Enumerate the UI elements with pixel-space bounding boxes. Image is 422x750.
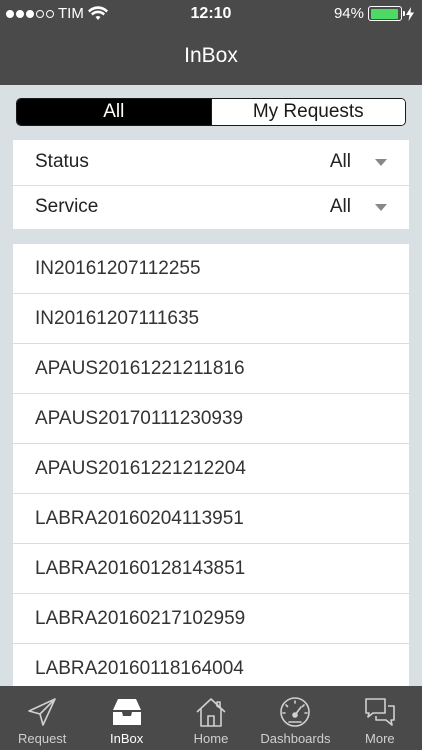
tab-dashboards[interactable]: Dashboards bbox=[253, 686, 337, 750]
tab-label: Home bbox=[193, 731, 229, 746]
tab-label: InBox bbox=[109, 731, 144, 746]
tab-home[interactable]: Home bbox=[169, 686, 253, 750]
tab-more[interactable]: More bbox=[338, 686, 422, 750]
filter-value: All bbox=[329, 196, 351, 218]
list-item[interactable]: APAUS20161221211816 bbox=[13, 344, 409, 394]
list-item[interactable]: APAUS20170111230939 bbox=[13, 394, 409, 444]
paper-plane-icon bbox=[28, 698, 57, 726]
list-item[interactable]: IN20161207112255 bbox=[13, 244, 409, 294]
inbox-tray-icon bbox=[112, 699, 141, 725]
segmented-control: All My Requests bbox=[16, 98, 406, 126]
status-bar: TIM 12:10 94% bbox=[0, 0, 422, 28]
filter-label: Service bbox=[35, 196, 99, 218]
filter-value: All bbox=[329, 151, 351, 173]
battery-percent: 94% bbox=[333, 5, 364, 22]
list-item[interactable]: LABRA20160204113951 bbox=[13, 494, 409, 544]
dropdown-arrow-icon bbox=[375, 203, 387, 211]
tab-bar: Request InBox Home Dashboards More bbox=[0, 686, 422, 750]
house-icon bbox=[196, 698, 226, 727]
list-item[interactable]: IN20161207111635 bbox=[13, 294, 409, 344]
list-item[interactable]: LABRA20160118164004 bbox=[13, 644, 409, 686]
page-title: InBox bbox=[184, 44, 238, 67]
battery-icon bbox=[368, 6, 405, 21]
status-filter[interactable]: Status All bbox=[13, 140, 409, 185]
chat-bubbles-icon bbox=[365, 698, 395, 726]
filter-label: Status bbox=[35, 151, 89, 173]
tab-label: More bbox=[365, 731, 395, 746]
request-list: IN20161207112255 IN20161207111635 APAUS2… bbox=[13, 244, 409, 686]
segment-all[interactable]: All bbox=[17, 99, 211, 125]
tab-label: Request bbox=[17, 731, 67, 746]
tab-inbox[interactable]: InBox bbox=[84, 686, 168, 750]
tab-request[interactable]: Request bbox=[0, 686, 84, 750]
filters-panel: Status All Service All bbox=[13, 140, 409, 229]
tab-label: Dashboards bbox=[260, 731, 331, 746]
list-item[interactable]: LABRA20160217102959 bbox=[13, 594, 409, 644]
service-filter[interactable]: Service All bbox=[13, 184, 409, 230]
speedometer-icon bbox=[280, 697, 311, 727]
list-item[interactable]: LABRA20160128143851 bbox=[13, 544, 409, 594]
segment-my-requests[interactable]: My Requests bbox=[210, 99, 405, 125]
list-item[interactable]: APAUS20161221212204 bbox=[13, 444, 409, 494]
dropdown-arrow-icon bbox=[375, 158, 387, 166]
nav-bar: InBox bbox=[0, 28, 422, 85]
battery-group: 94% bbox=[334, 5, 414, 22]
charging-bolt-icon bbox=[406, 6, 414, 21]
